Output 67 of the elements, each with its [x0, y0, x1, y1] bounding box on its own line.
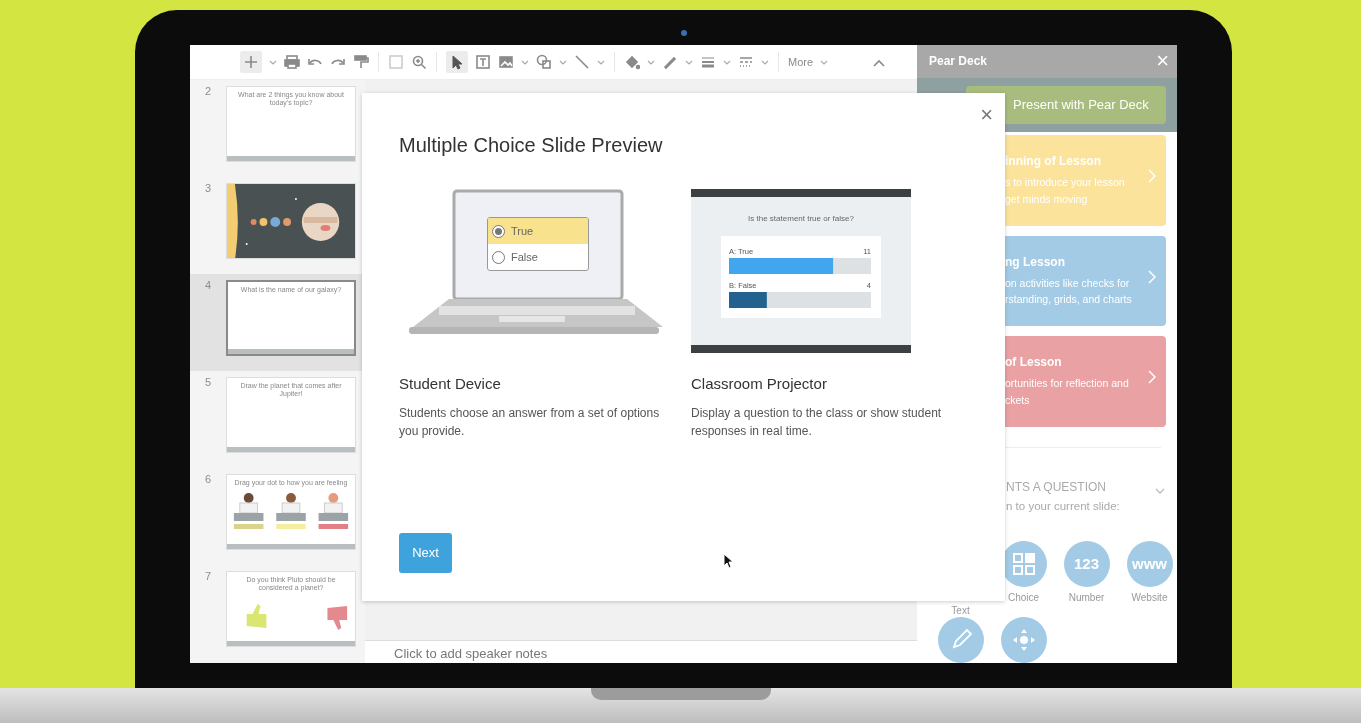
- caret-icon[interactable]: [820, 59, 829, 65]
- image-icon[interactable]: [498, 54, 514, 70]
- camera-icon: [681, 30, 687, 36]
- caret-icon[interactable]: [559, 59, 567, 65]
- chevron-right-icon: [1148, 169, 1156, 184]
- line-icon[interactable]: [574, 54, 590, 70]
- preview-description: Display a question to the class or show student responses in real time.: [691, 404, 943, 441]
- preview-description: Students choose an answer from a set of options you provide.: [399, 404, 661, 441]
- slide-number: 5: [203, 377, 213, 390]
- caret-icon[interactable]: [761, 59, 769, 65]
- panel-title: Pear Deck: [929, 53, 988, 71]
- card-text: ortunities for reflection and: [1005, 376, 1130, 392]
- question-type-label: Text: [951, 604, 970, 617]
- speaker-notes-field[interactable]: Click to add speaker notes: [365, 640, 917, 663]
- caret-icon[interactable]: [521, 59, 529, 65]
- option-label: True: [511, 223, 534, 239]
- card-text: s to introduce your lesson: [1005, 175, 1126, 191]
- print-icon[interactable]: [284, 54, 300, 70]
- card-text: on activities like checks for: [1005, 275, 1131, 291]
- caret-icon[interactable]: [597, 59, 605, 65]
- section-subtitle: n to your current slide:: [1006, 498, 1121, 514]
- shape-icon[interactable]: [536, 54, 552, 70]
- close-button[interactable]: ×: [980, 104, 993, 126]
- slide-number: 7: [203, 571, 213, 584]
- card-text: rstanding, grids, and charts: [1005, 292, 1133, 308]
- question-type-label: Website: [1131, 591, 1168, 604]
- paint-format-icon[interactable]: [353, 54, 369, 70]
- option-label: False: [511, 249, 538, 265]
- section-title: NTS A QUESTION: [1006, 478, 1108, 496]
- chart-title: Is the statement true or false?: [748, 214, 854, 223]
- card-title: of Lesson: [1005, 354, 1063, 372]
- radio-button[interactable]: [492, 224, 505, 238]
- zoom-icon[interactable]: [411, 54, 427, 70]
- question-type-label: Choice: [1007, 591, 1040, 604]
- card-title: ng Lesson: [1005, 253, 1066, 271]
- more-menu[interactable]: More: [788, 53, 814, 71]
- preview-heading: Classroom Projector: [691, 374, 828, 394]
- move-icon[interactable]: [1000, 617, 1047, 663]
- plus-icon[interactable]: [243, 54, 259, 70]
- slide-number: 4: [203, 280, 213, 293]
- fill-color-icon[interactable]: [624, 54, 640, 70]
- caret-icon[interactable]: [685, 59, 693, 65]
- text-box-icon[interactable]: [475, 54, 491, 70]
- modal-title: Multiple Choice Slide Preview: [399, 133, 664, 157]
- slide-number: 3: [203, 183, 213, 196]
- next-button[interactable]: Next: [399, 533, 452, 573]
- preview-heading: Student Device: [399, 374, 502, 394]
- caret-icon[interactable]: [269, 59, 277, 65]
- card-text: get minds moving: [1005, 191, 1089, 207]
- pen-icon[interactable]: [662, 54, 678, 70]
- card-text: ckets: [1005, 392, 1031, 408]
- slide-number: 6: [203, 474, 213, 487]
- chevron-right-icon: [1148, 269, 1156, 284]
- select-arrow-icon[interactable]: [449, 54, 465, 70]
- pencil-icon[interactable]: [937, 617, 984, 663]
- slide-number: 2: [203, 86, 213, 99]
- line-weight-icon[interactable]: [700, 54, 716, 70]
- caret-icon[interactable]: [723, 59, 731, 65]
- line-dash-icon[interactable]: [738, 54, 754, 70]
- card-title: inning of Lesson: [1005, 153, 1102, 171]
- close-button[interactable]: ×: [1156, 50, 1169, 73]
- question-type-label: Number: [1068, 591, 1105, 604]
- chevron-down-icon[interactable]: [1155, 487, 1165, 494]
- caret-icon[interactable]: [647, 59, 655, 65]
- chevron-right-icon: [1148, 370, 1156, 385]
- radio-button[interactable]: [492, 250, 505, 264]
- mouse-pointer-icon: [723, 553, 733, 569]
